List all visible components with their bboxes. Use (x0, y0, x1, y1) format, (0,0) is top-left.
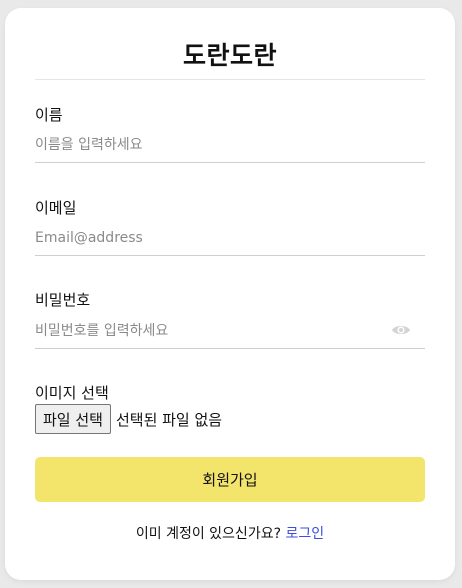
name-label: 이름 (35, 106, 63, 124)
title-divider (35, 79, 425, 80)
file-select-button[interactable]: 파일 선택 (35, 404, 111, 434)
file-picker: 파일 선택 선택된 파일 없음 (35, 404, 222, 434)
eye-icon[interactable] (390, 322, 412, 338)
login-prompt-text: 이미 계정이 있으신가요? (135, 526, 282, 542)
name-input[interactable] (35, 133, 425, 163)
file-status: 선택된 파일 없음 (115, 410, 223, 429)
signup-card: 도란도란 이름 이메일 비밀번호 이미지 선택 파일 선택 선택된 파일 없음 … (5, 8, 455, 580)
password-label: 비밀번호 (35, 291, 91, 309)
login-link[interactable]: 로그인 (285, 526, 324, 542)
signup-button[interactable]: 회원가입 (35, 457, 425, 502)
email-label: 이메일 (35, 199, 77, 217)
login-prompt: 이미 계정이 있으신가요? 로그인 (5, 523, 455, 543)
email-input[interactable] (35, 226, 425, 256)
image-label: 이미지 선택 (35, 384, 109, 402)
page-title: 도란도란 (182, 41, 277, 70)
password-input[interactable] (35, 319, 425, 349)
